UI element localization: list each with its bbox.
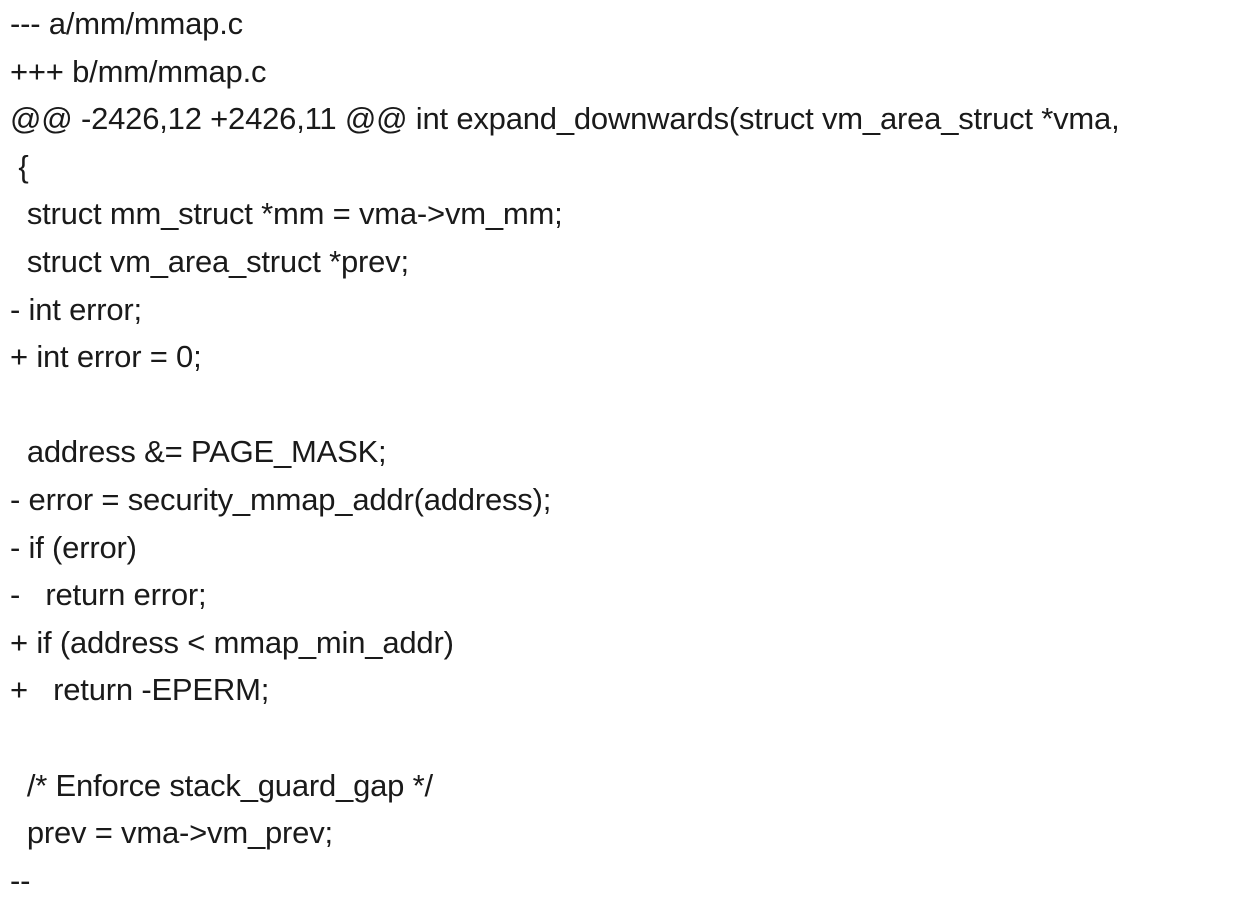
diff-document: --- a/mm/mmap.c +++ b/mm/mmap.c @@ -2426… <box>10 0 1250 898</box>
diff-context-line: struct vm_area_struct *prev; <box>10 243 409 279</box>
diff-removed-line: - int error; <box>10 291 142 327</box>
diff-added-line: + if (address < mmap_min_addr) <box>10 624 454 660</box>
diff-footer-separator: -- <box>10 862 31 898</box>
diff-blank-line <box>10 381 1250 429</box>
diff-hunk-header: @@ -2426,12 +2426,11 @@ int expand_downw… <box>10 101 1120 137</box>
diff-removed-line: - return error; <box>10 577 207 613</box>
diff-added-line: + return -EPERM; <box>10 672 270 708</box>
diff-context-line: address &= PAGE_MASK; <box>10 434 387 470</box>
diff-context-line: /* Enforce stack_guard_gap */ <box>10 767 433 803</box>
diff-header-old-file: --- a/mm/mmap.c <box>10 6 243 41</box>
diff-removed-line: - error = security_mmap_addr(address); <box>10 481 552 517</box>
diff-removed-line: - if (error) <box>10 529 137 565</box>
diff-context-line: { <box>10 148 29 184</box>
diff-added-line: + int error = 0; <box>10 339 202 375</box>
diff-context-line: struct mm_struct *mm = vma->vm_mm; <box>10 196 563 232</box>
diff-header-new-file: +++ b/mm/mmap.c <box>10 53 267 89</box>
diff-blank-line <box>10 714 1250 762</box>
diff-context-line: prev = vma->vm_prev; <box>10 815 333 851</box>
